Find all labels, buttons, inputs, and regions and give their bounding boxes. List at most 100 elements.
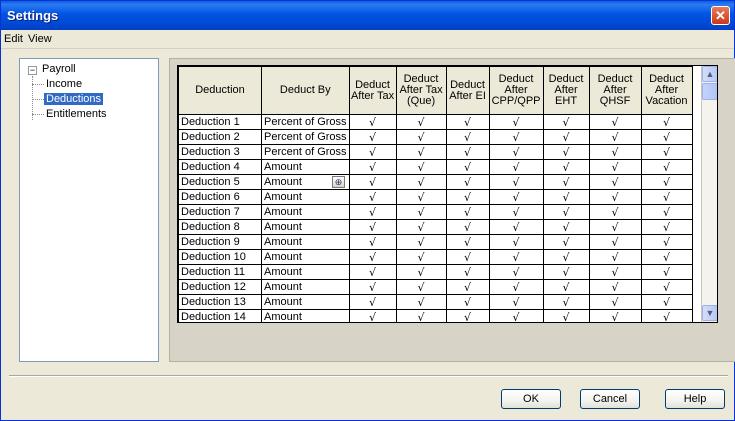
check-cell[interactable]: √ (445, 144, 490, 160)
check-cell[interactable]: √ (488, 219, 544, 235)
check-cell[interactable]: √ (542, 249, 590, 265)
deduct-by-cell[interactable]: Amount (261, 189, 350, 205)
column-header[interactable]: Deduct After QHSF (588, 66, 642, 115)
deduction-name-cell[interactable]: Deduction 2 (178, 129, 262, 145)
menu-edit[interactable]: Edit (4, 33, 23, 45)
check-cell[interactable]: √ (640, 219, 693, 235)
table-row[interactable]: Deduction 8 Amount √ √ √ √ √ √ √ (178, 219, 693, 235)
deduction-name-cell[interactable]: Deduction 12 (178, 279, 262, 295)
cancel-button[interactable]: Cancel (580, 389, 640, 409)
check-cell[interactable]: √ (395, 294, 447, 310)
deduct-by-cell[interactable]: Amount (261, 234, 350, 250)
table-row[interactable]: Deduction 13 Amount √ √ √ √ √ √ √ (178, 294, 693, 310)
check-cell[interactable]: √ (488, 309, 544, 322)
check-cell[interactable]: √ (542, 114, 590, 130)
deduct-by-cell[interactable]: Amount (261, 309, 350, 322)
close-button[interactable]: ✕ (711, 6, 730, 25)
check-cell[interactable]: √ (445, 129, 490, 145)
tree-item-deductions[interactable]: Deductions (44, 93, 104, 105)
vertical-scrollbar[interactable]: ▲ ▼ (701, 66, 717, 322)
check-cell[interactable]: √ (348, 309, 397, 322)
menu-view[interactable]: View (28, 33, 52, 45)
check-cell[interactable]: √ (640, 234, 693, 250)
column-header[interactable]: Deduction (178, 66, 262, 115)
check-cell[interactable]: √ (488, 234, 544, 250)
check-cell[interactable]: √ (588, 309, 642, 322)
column-header[interactable]: Deduct After EHT (542, 66, 590, 115)
deduction-name-cell[interactable]: Deduction 5 (178, 174, 262, 190)
check-cell[interactable]: √ (395, 174, 447, 190)
check-cell[interactable]: √ (395, 189, 447, 205)
check-cell[interactable]: √ (640, 129, 693, 145)
check-cell[interactable]: √ (348, 189, 397, 205)
check-cell[interactable]: √ (640, 309, 693, 322)
tree-item-payroll[interactable]: Payroll (42, 63, 76, 75)
check-cell[interactable]: √ (445, 264, 490, 280)
check-cell[interactable]: √ (445, 249, 490, 265)
check-cell[interactable]: √ (488, 129, 544, 145)
check-cell[interactable]: √ (588, 294, 642, 310)
column-header[interactable]: Deduct After Vacation (640, 66, 693, 115)
check-cell[interactable]: √ (395, 144, 447, 160)
deduct-by-cell[interactable]: Amount (261, 264, 350, 280)
check-cell[interactable]: √ (348, 279, 397, 295)
check-cell[interactable]: √ (640, 114, 693, 130)
check-cell[interactable]: √ (348, 114, 397, 130)
check-cell[interactable]: √ (395, 204, 447, 220)
tree-item-income[interactable]: Income (46, 78, 82, 90)
help-button[interactable]: Help (665, 389, 725, 409)
check-cell[interactable]: √ (348, 174, 397, 190)
check-cell[interactable]: √ (395, 279, 447, 295)
check-cell[interactable]: √ (395, 114, 447, 130)
deduction-name-cell[interactable]: Deduction 13 (178, 294, 262, 310)
check-cell[interactable]: √ (445, 204, 490, 220)
check-cell[interactable]: √ (588, 129, 642, 145)
scroll-thumb[interactable] (702, 83, 717, 100)
check-cell[interactable]: √ (488, 204, 544, 220)
check-cell[interactable]: √ (488, 189, 544, 205)
deduct-by-cell[interactable]: Amount (261, 159, 350, 175)
deduct-by-cell[interactable]: Amount (261, 204, 350, 220)
check-cell[interactable]: √ (542, 219, 590, 235)
check-cell[interactable]: √ (640, 249, 693, 265)
title-bar[interactable]: Settings ✕ (1, 1, 734, 30)
check-cell[interactable]: √ (588, 174, 642, 190)
check-cell[interactable]: √ (395, 309, 447, 322)
check-cell[interactable]: √ (488, 159, 544, 175)
check-cell[interactable]: √ (542, 279, 590, 295)
deduction-name-cell[interactable]: Deduction 9 (178, 234, 262, 250)
check-cell[interactable]: √ (348, 249, 397, 265)
column-header[interactable]: Deduct After CPP/QPP (488, 66, 544, 115)
table-row[interactable]: Deduction 10 Amount √ √ √ √ √ √ √ (178, 249, 693, 265)
column-header[interactable]: Deduct After Tax (Que) (395, 66, 447, 115)
deduct-by-cell[interactable]: Amount (261, 279, 350, 295)
deduction-name-cell[interactable]: Deduction 11 (178, 264, 262, 280)
check-cell[interactable]: √ (588, 144, 642, 160)
table-row[interactable]: Deduction 6 Amount √ √ √ √ √ √ √ (178, 189, 693, 205)
check-cell[interactable]: √ (395, 159, 447, 175)
check-cell[interactable]: √ (640, 204, 693, 220)
check-cell[interactable]: √ (488, 144, 544, 160)
check-cell[interactable]: √ (488, 114, 544, 130)
table-row[interactable]: Deduction 11 Amount √ √ √ √ √ √ √ (178, 264, 693, 280)
check-cell[interactable]: √ (542, 309, 590, 322)
table-row[interactable]: Deduction 4 Amount √ √ √ √ √ √ √ (178, 159, 693, 175)
check-cell[interactable]: √ (640, 144, 693, 160)
check-cell[interactable]: √ (348, 204, 397, 220)
scroll-up-button[interactable]: ▲ (702, 66, 717, 82)
check-cell[interactable]: √ (640, 279, 693, 295)
check-cell[interactable]: √ (488, 174, 544, 190)
deduct-by-cell[interactable]: Amount (261, 219, 350, 235)
deduction-name-cell[interactable]: Deduction 6 (178, 189, 262, 205)
check-cell[interactable]: √ (348, 219, 397, 235)
check-cell[interactable]: √ (348, 159, 397, 175)
check-cell[interactable]: √ (445, 309, 490, 322)
search-icon[interactable]: ⊕ (332, 176, 345, 188)
deduction-name-cell[interactable]: Deduction 4 (178, 159, 262, 175)
check-cell[interactable]: √ (488, 294, 544, 310)
table-row[interactable]: Deduction 5 Amount √ √ √ √ √ √ √ (178, 174, 693, 190)
table-row[interactable]: Deduction 12 Amount √ √ √ √ √ √ √ (178, 279, 693, 295)
tree-item-entitlements[interactable]: Entitlements (46, 108, 107, 120)
check-cell[interactable]: √ (395, 234, 447, 250)
check-cell[interactable]: √ (395, 249, 447, 265)
